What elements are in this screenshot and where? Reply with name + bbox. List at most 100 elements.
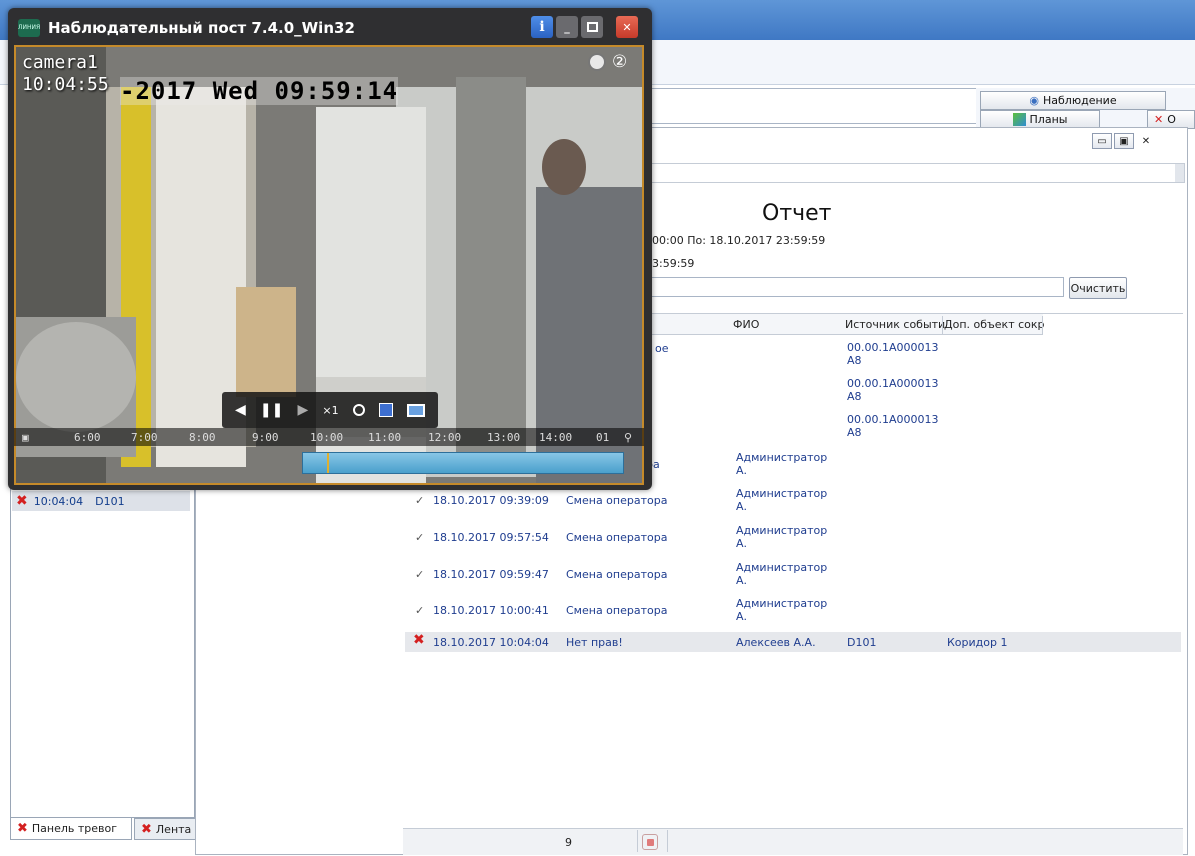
row-fio: Администратор А. (736, 524, 827, 550)
close-button[interactable]: ✕ (1136, 133, 1156, 149)
row-fio: Администратор А. (736, 561, 827, 587)
table-row-alarm[interactable]: ✖ 18.10.2017 10:04:04 Нет прав! Алексеев… (405, 632, 1181, 652)
table-row[interactable]: ✓ 18.10.2017 09:39:09 Смена оператора Ад… (405, 487, 827, 521)
fio-line: А. (736, 574, 748, 587)
zoom-icon[interactable] (352, 404, 365, 416)
row-fio: Администратор А. (736, 597, 827, 623)
report-title: Отчет (762, 201, 832, 226)
filter-input[interactable] (648, 277, 1064, 297)
alarm-panel-time: 10:04:04 (33, 494, 84, 508)
camera-label: camera1 10:04:55 (22, 52, 109, 96)
partial-event-text: ое (655, 342, 669, 355)
camera-osd-timestamp: -2017 Wed 09:59:14 (120, 77, 399, 105)
tab-alarm-panel[interactable]: ✖ Панель тревог (10, 818, 132, 840)
timeline-tick: 13:00 (487, 431, 521, 444)
archive-range-bar[interactable] (302, 452, 624, 474)
row-event: Смена оператора (566, 568, 668, 581)
bottom-tab-bar: ✖ Панель тревог ✖ Лента (10, 818, 200, 842)
check-icon: ✓ (415, 568, 425, 581)
video-window-title-bar[interactable]: ЛИНИЯ Наблюдательный пост 7.4.0_Win32 (18, 14, 538, 42)
stop-button[interactable] (642, 834, 658, 850)
source-line: 00.00.1A000013 (847, 413, 939, 426)
channel-badge[interactable]: ② (612, 52, 627, 72)
report-toolbar (640, 163, 1185, 183)
minimize-button[interactable]: _ (556, 16, 578, 38)
minimize-icon: _ (564, 20, 570, 34)
alarm-x-icon: ✖ (17, 821, 28, 836)
fio-line: А. (736, 610, 748, 623)
row-fio: Алексеев А.А. (736, 636, 816, 649)
timeline-tick: 10:00 (310, 431, 344, 444)
playback-speed[interactable]: ×1 (322, 404, 338, 417)
fio-line: А. (736, 537, 748, 550)
minimize-button[interactable]: ▭ (1092, 133, 1112, 149)
restore-icon: ▣ (1119, 135, 1129, 147)
maximize-icon (586, 22, 598, 32)
timeline[interactable]: ▣ 6:00 7:00 8:00 9:00 10:00 11:00 12:00 … (14, 428, 644, 446)
app-logo-icon: ЛИНИЯ (18, 19, 40, 37)
link-icon[interactable]: ⚲ (624, 431, 632, 444)
column-header-source[interactable]: Источник событи (845, 318, 945, 331)
close-button[interactable]: ✕ (616, 16, 638, 38)
row-datetime: 18.10.2017 09:39:09 (433, 494, 549, 507)
row-datetime: 18.10.2017 09:57:54 (433, 531, 549, 544)
timeline-tick: 8:00 (189, 431, 216, 444)
table-row[interactable]: ✓ 18.10.2017 10:00:41 Смена оператора Ад… (405, 597, 827, 631)
step-back-icon[interactable]: ◀ (235, 402, 246, 418)
check-icon: ✓ (415, 494, 425, 507)
source-line: 00.00.1A000013 (847, 377, 939, 390)
maximize-button[interactable] (581, 16, 603, 38)
timeline-tick: 7:00 (131, 431, 158, 444)
row-source: D101 (847, 636, 877, 649)
table-row[interactable]: ✓ 18.10.2017 09:57:54 Смена оператора Ад… (405, 524, 827, 558)
info-button[interactable]: i (531, 16, 553, 38)
source-line: A8 (847, 354, 862, 367)
close-icon: ✕ (622, 20, 632, 34)
toolbar-scroll-button[interactable] (1175, 164, 1184, 182)
clear-button[interactable]: Очистить (1069, 277, 1127, 299)
report-window-controls: ▭ ▣ ✕ (1092, 133, 1156, 149)
tab-plans-label: Планы (1029, 113, 1068, 126)
tab-observation[interactable]: ◉ Наблюдение (980, 91, 1166, 110)
pause-icon[interactable]: ❚❚ (260, 402, 283, 418)
source-cell: 00.00.1A000013 A8 (847, 377, 939, 403)
timeline-end-label: 01 (596, 431, 610, 444)
report-range-line-2: 3:59:59 (652, 257, 695, 270)
monitor-icon[interactable] (406, 403, 425, 417)
info-icon: i (539, 19, 545, 35)
lock-icon[interactable]: ▣ (22, 431, 29, 444)
tab-feed[interactable]: ✖ Лента (134, 818, 200, 840)
fio-line: А. (736, 500, 748, 513)
feed-icon: ✖ (141, 821, 152, 837)
camera-name: camera1 (22, 52, 98, 73)
row-event: Смена оператора (566, 494, 668, 507)
column-header-fio[interactable]: ФИО (733, 318, 759, 331)
source-line: 00.00.1A000013 (847, 341, 939, 354)
row-datetime: 18.10.2017 10:00:41 (433, 604, 549, 617)
fio-line: Администратор (736, 524, 828, 537)
table-row[interactable]: ✓ 18.10.2017 09:59:47 Смена оператора Ад… (405, 561, 827, 595)
alarm-panel-source: D101 (95, 494, 125, 508)
save-icon[interactable] (378, 403, 393, 417)
playhead-marker[interactable] (327, 453, 329, 473)
fio-cell: Администратор А. (736, 451, 827, 477)
timeline-tick: 11:00 (368, 431, 402, 444)
fio-line: Администратор (736, 487, 828, 500)
app-panel-header (640, 88, 978, 124)
fio-line: А. (736, 464, 748, 477)
video-window-title: Наблюдательный пост 7.4.0_Win32 (48, 19, 355, 37)
source-cell: 00.00.1A000013 A8 (847, 413, 939, 439)
column-divider (942, 316, 943, 334)
fio-line: Администратор (736, 561, 828, 574)
film-reel-icon[interactable] (588, 53, 606, 71)
column-header-extra[interactable]: Доп. объект сокр (944, 318, 1045, 331)
alarm-panel-row[interactable]: ✖ 10:04:04 D101 (12, 491, 190, 511)
timeline-tick: 6:00 (74, 431, 101, 444)
row-event: Нет прав! (566, 636, 623, 649)
alarm-feed-icon: ✕ (1154, 113, 1164, 126)
play-icon[interactable]: ▶ (297, 402, 308, 418)
timeline-tick: 12:00 (428, 431, 462, 444)
status-divider (637, 830, 638, 852)
maximize-button[interactable]: ▣ (1114, 133, 1134, 149)
row-datetime: 18.10.2017 09:59:47 (433, 568, 549, 581)
